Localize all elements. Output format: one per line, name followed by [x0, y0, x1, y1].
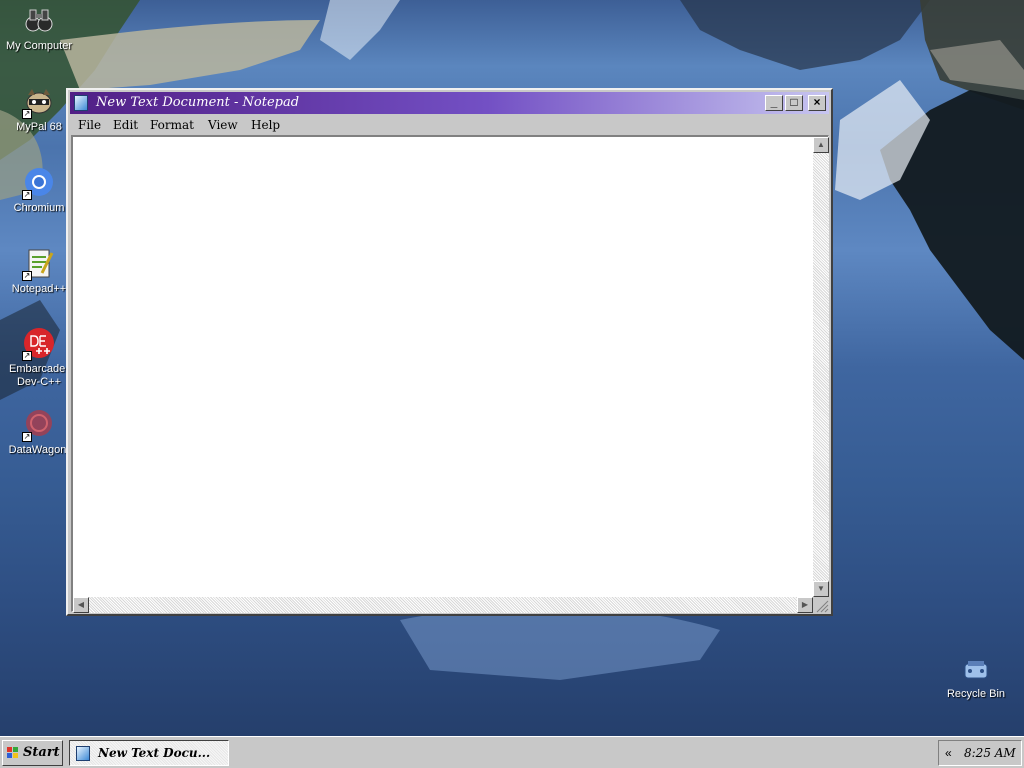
scroll-down-button[interactable]: ▼	[813, 581, 829, 597]
window-title: New Text Document - Notepad	[96, 95, 300, 110]
start-button[interactable]: Start	[2, 740, 63, 766]
window-titlebar[interactable]: New Text Document - Notepad _ □ ×	[70, 92, 829, 114]
minimize-button[interactable]: _	[765, 95, 783, 111]
notepadpp-icon: ↗	[22, 247, 56, 281]
menu-view[interactable]: View	[208, 118, 238, 132]
shortcut-arrow-icon: ↗	[22, 271, 32, 281]
menu-bar: File Edit Format View Help	[70, 115, 829, 135]
tray-expand-icon[interactable]: «	[945, 746, 952, 760]
maximize-button[interactable]: □	[785, 95, 803, 111]
resize-grip-icon[interactable]	[813, 597, 829, 613]
taskbar-task-notepad[interactable]: New Text Docu...	[69, 740, 229, 766]
shortcut-arrow-icon: ↗	[22, 109, 32, 119]
shortcut-arrow-icon: ↗	[22, 432, 32, 442]
desktop: My Computer ↗ MyPal 68 ↗ Chromium ↗ Note…	[0, 0, 1024, 736]
notepad-icon	[74, 95, 88, 111]
shortcut-arrow-icon: ↗	[22, 351, 32, 361]
desktop-icon-label: My Computer	[5, 40, 73, 52]
menu-file[interactable]: File	[78, 118, 101, 132]
binoculars-icon	[22, 4, 56, 38]
desktop-icon-label: Recycle Bin	[946, 688, 1006, 700]
notepad-icon	[76, 746, 90, 761]
taskbar: Start New Text Docu... « 8:25 AM	[0, 736, 1024, 768]
system-tray: « 8:25 AM	[938, 740, 1022, 766]
menu-edit[interactable]: Edit	[113, 118, 138, 132]
chromium-icon: ↗	[22, 166, 56, 200]
close-button[interactable]: ×	[808, 95, 826, 111]
desktop-icon-recycle-bin[interactable]: Recycle Bin	[937, 652, 1015, 701]
devcpp-icon: ↗	[22, 327, 56, 361]
task-label: New Text Docu...	[98, 746, 211, 760]
vertical-scrollbar[interactable]	[813, 137, 829, 597]
scroll-right-button[interactable]: ▶	[797, 597, 813, 613]
text-area[interactable]	[71, 135, 829, 612]
windows-logo-icon	[7, 747, 18, 758]
desktop-icon-my-computer[interactable]: My Computer	[0, 4, 78, 53]
menu-help[interactable]: Help	[251, 118, 280, 132]
scroll-left-button[interactable]: ◀	[73, 597, 89, 613]
start-label: Start	[23, 745, 60, 760]
raccoon-icon: ↗	[22, 85, 56, 119]
shortcut-arrow-icon: ↗	[22, 190, 32, 200]
notepad-window: New Text Document - Notepad _ □ × File E…	[66, 88, 833, 616]
horizontal-scrollbar[interactable]	[73, 597, 813, 613]
datawagon-icon: ↗	[22, 408, 56, 442]
recycle-bin-icon	[959, 652, 993, 686]
menu-format[interactable]: Format	[150, 118, 194, 132]
scroll-up-button[interactable]: ▲	[813, 137, 829, 153]
clock[interactable]: 8:25 AM	[964, 746, 1016, 760]
